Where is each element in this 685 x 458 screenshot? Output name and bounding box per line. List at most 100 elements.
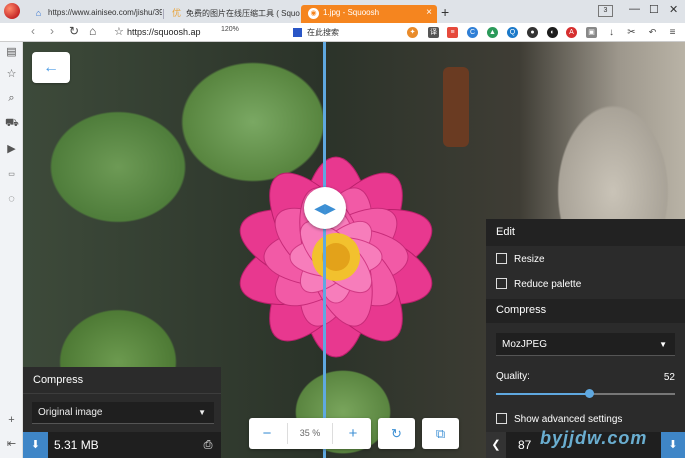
c-extension-icon[interactable]: C: [467, 27, 478, 38]
left-panel-title: Compress: [23, 367, 221, 394]
tab-label: 1.jpg - Squoosh: [323, 8, 380, 17]
zoom-value: 35: [299, 428, 310, 438]
compressed-file-size: 87: [518, 438, 532, 452]
close-tab-icon[interactable]: ×: [426, 7, 432, 18]
copy-to-left-icon[interactable]: ❮: [486, 432, 506, 458]
scissors-icon[interactable]: ✂: [626, 27, 637, 38]
reduce-palette-checkbox[interactable]: [496, 278, 507, 289]
reload-icon[interactable]: ↻: [69, 24, 79, 38]
quality-slider-knob[interactable]: [585, 389, 595, 398]
collapse-icon[interactable]: ⇤: [5, 438, 18, 451]
close-window-icon[interactable]: ✕: [669, 3, 678, 16]
zoom-controls: − 35 % +: [249, 418, 371, 449]
quality-slider-fill: [496, 393, 590, 395]
watermark: byjjdw.com: [540, 428, 648, 448]
browser-sidebar: ▤ ☆ ⌕ ⛟ ▶ ▭ ◌ + ⇤: [0, 42, 23, 458]
tab-squoosh-info[interactable]: 优 免费的图片在线压缩工具 ( Squoosh: [164, 5, 300, 23]
chevron-down-icon: ▼: [198, 408, 206, 417]
zoom-in-button[interactable]: +: [335, 418, 371, 449]
contacts-icon[interactable]: ▤: [5, 46, 18, 59]
zoom-out-button[interactable]: −: [249, 418, 285, 449]
map-icon[interactable]: ▲: [487, 27, 498, 38]
cart-icon[interactable]: ⛟: [5, 117, 19, 130]
zoom-indicator[interactable]: 120%: [221, 26, 239, 33]
left-encoder-select[interactable]: Original image ▼: [32, 402, 214, 424]
adblock-icon[interactable]: A: [566, 27, 577, 38]
maximize-icon[interactable]: ☐: [649, 3, 659, 16]
chevron-down-icon: ▼: [659, 340, 667, 349]
resize-option[interactable]: Resize: [496, 253, 545, 269]
divider-drag-handle-icon[interactable]: ◀▶: [304, 187, 346, 229]
translate-icon[interactable]: 译: [428, 27, 439, 38]
right-settings-panel: Edit Resize Reduce palette Compress MozJ…: [486, 219, 685, 458]
background-toggle-button[interactable]: ⧉: [422, 418, 459, 449]
q-extension-icon[interactable]: Q: [507, 27, 518, 38]
chat-icon[interactable]: ◌: [5, 193, 18, 206]
encoder-value: MozJPEG: [502, 339, 548, 350]
arrow-left-icon: ←: [43, 59, 59, 76]
reduce-palette-label: Reduce palette: [514, 279, 582, 290]
tab-label: https://www.ainiseo.com/jishu/39: [48, 8, 162, 17]
quality-label: Quality:: [496, 371, 530, 382]
left-panel-footer: ⬇ 5.31 MB ⎙: [23, 432, 221, 458]
advanced-settings-checkbox[interactable]: [496, 413, 507, 424]
undo-icon[interactable]: ↶: [647, 27, 658, 38]
favorites-star-icon[interactable]: ☆: [5, 68, 18, 81]
add-icon[interactable]: +: [5, 414, 18, 427]
zoom-unit: %: [312, 428, 321, 438]
extension-icon[interactable]: ≡: [447, 27, 458, 38]
reduce-palette-option[interactable]: Reduce palette: [496, 278, 581, 294]
new-tab-icon[interactable]: +: [441, 4, 449, 20]
tab-label: 免费的图片在线压缩工具 ( Squoosh: [186, 9, 300, 18]
address-toolbar: ‹ › ↻ ⌂ ☆ https://squoosh.ap 120% 在此搜索 ✦…: [0, 23, 685, 42]
comparison-divider[interactable]: [323, 42, 326, 458]
game-icon[interactable]: ✦: [407, 27, 418, 38]
tab-squoosh-active[interactable]: ◉ 1.jpg - Squoosh ×: [301, 5, 437, 23]
squoosh-icon: ◉: [308, 8, 319, 19]
minimize-icon[interactable]: —: [629, 3, 640, 15]
back-nav-icon[interactable]: ‹: [31, 24, 35, 38]
search-input[interactable]: 在此搜索: [291, 25, 396, 40]
zoom-value-input[interactable]: 35 %: [287, 423, 333, 444]
rotate-icon: ↻: [391, 426, 402, 441]
copy-settings-icon[interactable]: ⎙: [201, 438, 215, 452]
resize-checkbox[interactable]: [496, 253, 507, 264]
tab-count-badge[interactable]: 3: [598, 5, 613, 17]
edit-section-title: Edit: [486, 219, 685, 246]
lotus-flower-graphic: [239, 156, 433, 358]
back-button[interactable]: ←: [32, 52, 70, 83]
rotate-button[interactable]: ↻: [378, 418, 415, 449]
site-icon: 优: [171, 8, 181, 18]
home-icon: ⌂: [35, 8, 42, 18]
advanced-settings-option[interactable]: Show advanced settings: [496, 413, 622, 429]
layers-icon: ⧉: [435, 426, 446, 441]
encoder-select[interactable]: MozJPEG ▼: [496, 333, 675, 356]
tab-bar: ⌂ https://www.ainiseo.com/jishu/39 优 免费的…: [0, 0, 685, 23]
download-compressed-icon[interactable]: ⬇: [661, 432, 685, 458]
search-engine-icon: [293, 28, 302, 37]
video-icon[interactable]: ▶: [5, 143, 18, 156]
download-original-icon[interactable]: ⬇: [23, 432, 48, 458]
compress-section-title: Compress: [486, 299, 685, 323]
disc-icon[interactable]: ●: [527, 27, 538, 38]
advanced-settings-label: Show advanced settings: [514, 414, 623, 425]
lotus-image: [171, 102, 501, 412]
tab-ainiseo[interactable]: ⌂ https://www.ainiseo.com/jishu/39: [26, 5, 162, 23]
quality-value: 52: [663, 372, 675, 383]
left-encoder-value: Original image: [38, 407, 103, 418]
quality-slider[interactable]: [496, 389, 675, 398]
address-input[interactable]: https://squoosh.ap: [127, 24, 282, 40]
notes-icon[interactable]: ▭: [5, 168, 18, 181]
search-icon[interactable]: ⌕: [5, 92, 18, 105]
forward-nav-icon[interactable]: ›: [50, 24, 54, 38]
resize-label: Resize: [514, 254, 545, 265]
download-icon[interactable]: ↓: [606, 27, 617, 38]
home-nav-icon[interactable]: ⌂: [89, 24, 96, 38]
screenshot-icon[interactable]: ▣: [586, 27, 597, 38]
bookmark-star-icon[interactable]: ☆: [114, 25, 124, 38]
search-placeholder: 在此搜索: [307, 28, 339, 37]
original-file-size: 5.31 MB: [54, 438, 99, 452]
monitor-icon[interactable]: ◐: [547, 27, 558, 38]
menu-icon[interactable]: ≡: [667, 27, 678, 38]
browser-logo-icon[interactable]: [4, 3, 20, 19]
